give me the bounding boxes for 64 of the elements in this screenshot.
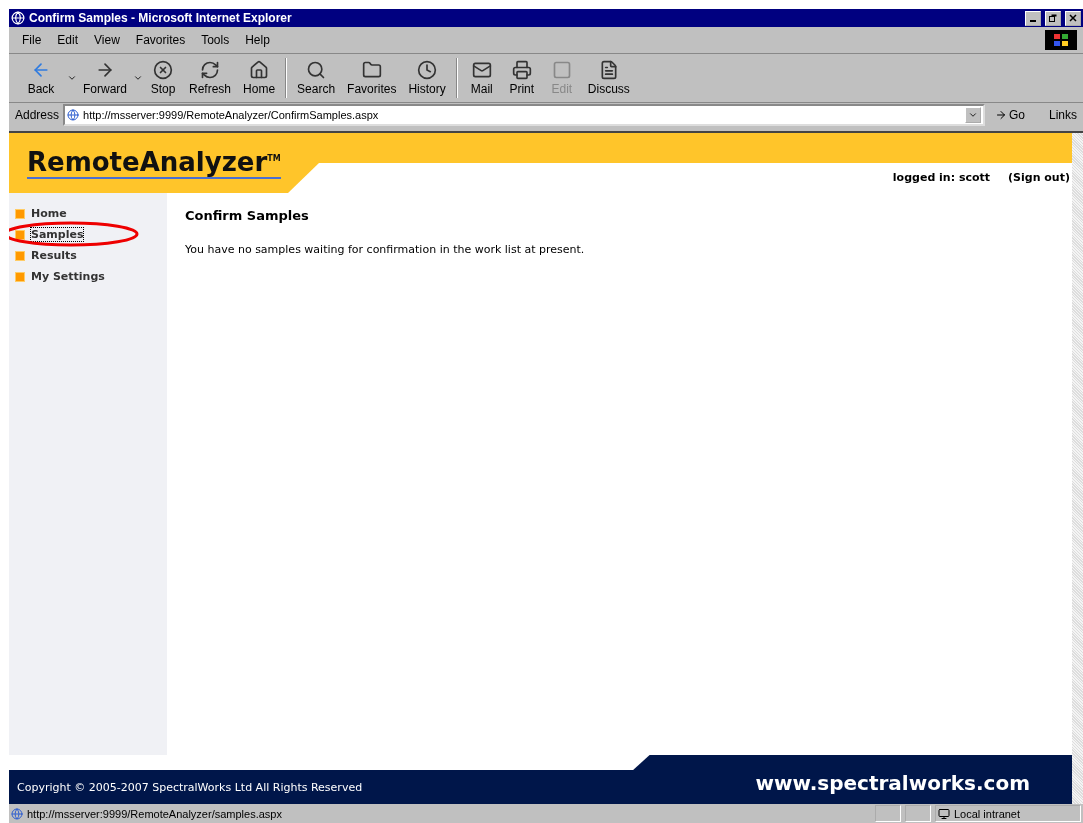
status-pane: [875, 805, 901, 822]
toolbar-button[interactable]: Back: [15, 56, 67, 100]
zone-text: Local intranet: [954, 807, 1021, 820]
home-icon: [249, 60, 270, 80]
toolbar-button[interactable]: Mail: [461, 56, 502, 100]
menu-item[interactable]: Favorites: [128, 33, 193, 47]
bullet-icon: [15, 250, 25, 261]
address-label: Address: [15, 108, 60, 122]
page-icon: [11, 807, 23, 820]
windows-logo-icon: [1045, 30, 1077, 50]
window-title: Confirm Samples - Microsoft Internet Explorer: [29, 11, 293, 25]
close-button[interactable]: [1065, 10, 1081, 26]
page-icon: [67, 109, 80, 121]
message-text: You have no samples waiting for confirmation in the work list at present.: [185, 243, 586, 256]
menu-item[interactable]: File: [15, 33, 49, 47]
printer-icon: [511, 60, 532, 80]
toolbar-button[interactable]: Favorites: [341, 56, 403, 100]
go-button[interactable]: Go: [988, 107, 1031, 123]
bullet-icon: [15, 271, 25, 282]
toolbar-button[interactable]: Discuss: [581, 56, 636, 100]
sign-out-link[interactable]: (Sign out): [1008, 171, 1070, 184]
restore-button[interactable]: [1045, 10, 1061, 26]
menu-item[interactable]: Help: [238, 33, 277, 47]
toolbar-button[interactable]: Refresh: [183, 56, 238, 100]
stop-icon: [153, 60, 173, 80]
menu-item[interactable]: Edit: [50, 33, 86, 47]
address-value: http://msserver:9999/RemoteAnalyzer/ConfirmSamples.aspx: [83, 109, 379, 121]
restore-icon: [1049, 14, 1057, 22]
bullet-icon: [15, 229, 25, 240]
nav-link[interactable]: Results: [15, 249, 77, 262]
logo: RemoteAnalyzer$^{TM}$: [27, 147, 281, 179]
toolbar-button[interactable]: Stop: [143, 56, 183, 100]
links-button[interactable]: Links: [1049, 108, 1077, 122]
clock-icon: [417, 60, 438, 80]
status-pane: [905, 805, 931, 822]
arrow-right-icon: [994, 109, 1007, 121]
nav-link[interactable]: Home: [15, 207, 67, 220]
toolbar-button[interactable]: Home: [237, 56, 282, 100]
toolbar-button[interactable]: Forward: [77, 56, 133, 100]
scrollbar[interactable]: [1072, 133, 1083, 804]
minimize-button[interactable]: [1025, 10, 1041, 26]
search-icon: [306, 60, 327, 80]
status-url: http://msserver:9999/RemoteAnalyzer/samples.aspx: [27, 807, 283, 820]
square-icon: [551, 60, 572, 80]
close-icon: [1069, 14, 1077, 22]
logged-in-user: logged in: scott: [892, 171, 991, 184]
menu-item[interactable]: Tools: [194, 33, 237, 47]
page-heading: Confirm Samples: [185, 208, 310, 223]
menu-item[interactable]: View: [87, 33, 127, 47]
copyright-text: Copyright © 2005-2007 SpectralWorks Ltd All Rights Reserved: [17, 780, 363, 794]
address-field[interactable]: http://msserver:9999/RemoteAnalyzer/ConfirmSamples.aspx: [63, 104, 985, 126]
toolbar-button[interactable]: History: [402, 56, 452, 100]
caret-icon: [967, 110, 978, 120]
refresh-icon: [200, 60, 221, 80]
website-text: www.spectralworks.com: [755, 771, 1030, 795]
dropdown-button[interactable]: [964, 107, 981, 123]
browser-icon: [11, 11, 25, 25]
folder-icon: [361, 60, 382, 80]
toolbar-button[interactable]: Search: [291, 56, 342, 100]
monitor-icon: [938, 807, 950, 820]
bullet-icon: [15, 208, 25, 219]
toolbar-button[interactable]: Print: [501, 56, 542, 100]
nav-link[interactable]: My Settings: [15, 270, 105, 283]
mail-icon: [471, 60, 492, 80]
